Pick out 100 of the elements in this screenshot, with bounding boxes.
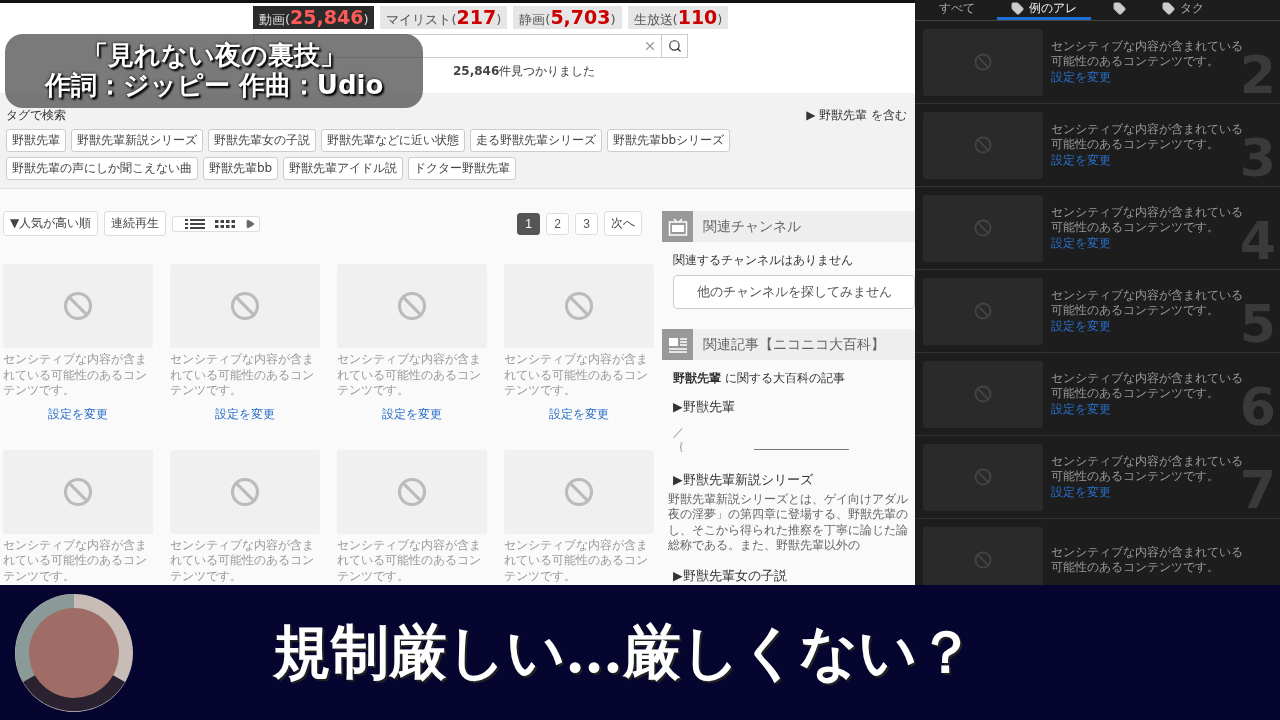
sort-dropdown[interactable]: ▼人気が高い順 <box>3 211 99 237</box>
settings-link[interactable]: 設定を変更 <box>1051 236 1246 252</box>
thumbnail-placeholder[interactable] <box>504 449 654 534</box>
settings-link[interactable]: 設定を変更 <box>215 406 275 422</box>
settings-link[interactable]: 設定を変更 <box>1051 319 1246 335</box>
article-summary: 野獣先輩新説シリーズとは、ゲイ向けアダル 夜の淫夢」の第四章に登場する、野獣先輩の し、そこから得られた推察を丁寧に論じた論 総称である。また、野獣先輩以外の <box>667 491 909 554</box>
tag-chip[interactable]: 野獣先輩などに近い状態 <box>321 129 465 153</box>
thumbnail-placeholder[interactable] <box>170 449 320 534</box>
search-icon <box>667 39 682 53</box>
ranking-tab[interactable]: 例のアレ <box>997 0 1091 20</box>
blocked-icon <box>974 302 992 320</box>
sensitive-notice: センシティブな内容が含まれている可能性のあるコンテンツです。 <box>1051 204 1243 234</box>
thumbnail-placeholder[interactable] <box>923 111 1043 179</box>
sensitive-notice: センシティブな内容が含まれている可能性のあるコンテンツです。 <box>1051 453 1243 484</box>
article-link[interactable]: ▶野獣先輩 <box>662 399 915 417</box>
sensitive-notice: センシティブな内容が含まれている可能性のあるコンテンツです。 <box>1051 370 1243 401</box>
tag-chip[interactable]: 走る野獣先輩シリーズ <box>470 129 602 153</box>
settings-link[interactable]: 設定を変更 <box>48 406 108 422</box>
article-snippet: ／ ｛ <box>673 426 684 454</box>
tag-chip[interactable]: ドクター野獣先輩 <box>408 157 517 181</box>
tag-chip[interactable]: 野獣先輩女の子説 <box>208 129 316 153</box>
tag-chip[interactable]: 野獣先輩アイドル説 <box>283 157 404 181</box>
sensitive-notice: センシティブな内容が含まれている可能性のあるコンテンツです。 <box>504 352 649 399</box>
list-view-icon[interactable] <box>185 218 206 229</box>
settings-link[interactable]: 設定を変更 <box>1051 153 1246 169</box>
thumbnail-placeholder[interactable] <box>3 264 153 349</box>
result-count-text: 25,846件見つかりました <box>452 63 597 80</box>
clear-icon[interactable] <box>643 39 657 53</box>
ranking-tab[interactable]: すべて <box>925 0 989 20</box>
blocked-icon <box>63 291 93 322</box>
blocked-icon <box>974 219 992 237</box>
section-title: 関連記事【ニコニコ大百科】 <box>703 335 885 354</box>
play-icon[interactable] <box>245 218 256 229</box>
settings-link[interactable]: 設定を変更 <box>382 406 442 422</box>
sensitive-notice: センシティブな内容が含まれている可能性のあるコンテンツです。 <box>504 537 649 585</box>
empty-message: 関連するチャンネルはありません <box>672 252 854 270</box>
ranking-tab[interactable]: タク <box>1148 0 1218 20</box>
view-toggle[interactable] <box>172 215 261 232</box>
thumbnail-placeholder[interactable] <box>923 194 1043 262</box>
blocked-icon <box>397 291 427 322</box>
grid-view-icon[interactable] <box>215 219 236 228</box>
blocked-icon <box>974 136 992 154</box>
thumbnail-placeholder[interactable] <box>170 264 320 349</box>
thumbnail-placeholder[interactable] <box>337 264 487 349</box>
blocked-icon <box>974 53 992 71</box>
thumbnail-placeholder[interactable] <box>923 28 1043 96</box>
related-tags-text: ▶ 野獣先輩 を含む <box>806 107 907 125</box>
tv-icon <box>667 217 688 236</box>
article-intro: 野獣先輩 に関する大百科の記事 <box>672 370 846 388</box>
caption-title: 「見れない夜の裏技」 <box>82 41 346 71</box>
settings-link[interactable]: 設定を変更 <box>549 406 609 422</box>
find-channels-button[interactable]: 他のチャンネルを探してみません <box>673 275 915 310</box>
caption-credits: 作詞：ジッピー 作曲：Udio <box>44 71 384 101</box>
sensitive-notice: センシティブな内容が含まれている可能性のあるコンテンツです。 <box>337 537 482 585</box>
article-link[interactable]: ▶野獣先輩新説シリーズ <box>662 471 915 489</box>
continuous-play-button[interactable]: 連続再生 <box>104 211 167 237</box>
tag-chip[interactable]: 野獣先輩bbシリーズ <box>607 129 731 153</box>
tag-chip[interactable]: 野獣先輩bb <box>203 157 279 181</box>
settings-link[interactable]: 設定を変更 <box>1051 70 1246 86</box>
sensitive-notice: センシティブな内容が含まれている可能性のあるコンテンツです。 <box>1051 545 1244 575</box>
blocked-icon <box>397 476 427 507</box>
subtitle-text: 規制厳しい…厳しくない？ <box>273 616 975 688</box>
article-icon <box>667 336 688 353</box>
blocked-icon <box>974 385 992 403</box>
blocked-icon <box>230 476 260 507</box>
section-title: 関連チャンネル <box>703 217 801 236</box>
sensitive-notice: センシティブな内容が含まれている可能性のあるコンテンツです。 <box>1051 287 1243 318</box>
count-tab[interactable]: 静画(5,703) <box>513 6 622 29</box>
settings-link[interactable]: 設定を変更 <box>1051 485 1246 501</box>
sensitive-notice: センシティブな内容が含まれている可能性のあるコンテンツです。 <box>337 352 482 399</box>
blocked-icon <box>564 291 594 322</box>
page-button[interactable]: 2 <box>546 212 569 235</box>
settings-link[interactable]: 設定を変更 <box>1051 402 1246 418</box>
thumbnail-placeholder[interactable] <box>337 449 487 534</box>
count-tab[interactable]: 生放送(110) <box>627 6 729 29</box>
thumbnail-placeholder[interactable] <box>923 360 1043 428</box>
tag-chip[interactable]: 野獣先輩新説シリーズ <box>71 129 203 153</box>
tag-chip[interactable]: 野獣先輩 <box>6 129 66 153</box>
sensitive-notice: センシティブな内容が含まれている可能性のあるコンテンツです。 <box>1051 121 1243 152</box>
thumbnail-placeholder[interactable] <box>923 526 1043 585</box>
sensitive-notice: センシティブな内容が含まれている可能性のあるコンテンツです。 <box>170 537 315 585</box>
thumbnail-placeholder[interactable] <box>923 277 1043 345</box>
search-button[interactable] <box>662 34 688 58</box>
next-page-button[interactable]: 次へ <box>604 211 642 237</box>
blocked-icon <box>63 476 93 507</box>
blocked-icon <box>564 476 594 507</box>
blocked-icon <box>974 551 992 569</box>
thumbnail-placeholder[interactable] <box>3 449 153 534</box>
article-link[interactable]: ▶野獣先輩女の子説 <box>662 568 915 585</box>
thumbnail-placeholder[interactable] <box>504 264 654 349</box>
sensitive-notice: センシティブな内容が含まれている可能性のあるコンテンツです。 <box>170 352 315 399</box>
section-title: タグで検索 <box>6 107 66 125</box>
page-button[interactable]: 1 <box>517 212 540 235</box>
page-button[interactable]: 3 <box>575 212 598 235</box>
blocked-icon <box>230 291 260 322</box>
tag-chip[interactable]: 野獣先輩の声にしか聞こえない曲 <box>6 157 198 181</box>
count-tab[interactable]: 動画(25,846) <box>253 6 375 29</box>
thumbnail-placeholder[interactable] <box>923 443 1043 511</box>
count-tab[interactable]: マイリスト(217) <box>380 6 508 29</box>
sensitive-notice: センシティブな内容が含まれている可能性のあるコンテンツです。 <box>3 352 148 399</box>
